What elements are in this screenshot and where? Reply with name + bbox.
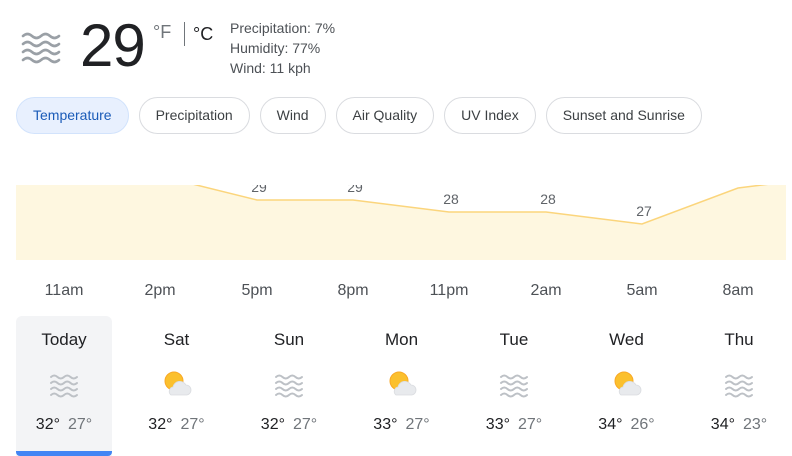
low-temperature: 26° (630, 416, 655, 433)
temperature-area (16, 185, 786, 260)
day-forecast-sun[interactable]: Sun 32° 27° (241, 316, 337, 456)
unit-fahrenheit-toggle[interactable]: °F (153, 22, 171, 43)
tab-wind[interactable]: Wind (259, 97, 326, 134)
high-temperature: 34° (710, 416, 735, 433)
temperature-chart: 3231292928282730 (16, 185, 786, 260)
hour-label: 2am (530, 282, 562, 299)
hour-label: 11pm (429, 282, 469, 299)
day-forecast-thu[interactable]: Thu 34° 23° (691, 316, 787, 456)
day-temperatures: 33° 27° (466, 416, 562, 434)
wind-text: Wind: 11 kph (230, 60, 311, 76)
temperature-label: 29 (251, 185, 267, 195)
precipitation-text: Precipitation: 7% (230, 20, 336, 36)
day-forecast-today[interactable]: Today 32° 27° (16, 316, 112, 456)
day-name: Thu (724, 330, 754, 349)
day-name: Mon (384, 330, 419, 349)
partly-cloudy-icon (611, 368, 643, 400)
high-temperature: 32° (260, 416, 285, 433)
day-forecast-mon[interactable]: Mon 33° 27° (354, 316, 450, 456)
tab-temperature[interactable]: Temperature (16, 97, 129, 134)
hour-axis: 11am 2pm 5pm 8pm 11pm 2am 5am 8am (0, 282, 792, 304)
temperature-label: 28 (443, 191, 459, 207)
unit-separator (184, 22, 185, 46)
day-temperatures: 33° 27° (354, 416, 450, 434)
day-name: Wed (609, 330, 644, 349)
day-name: Today (41, 330, 87, 349)
metric-tabs: Temperature Precipitation Wind Air Quali… (16, 97, 702, 134)
haze-icon (723, 368, 755, 400)
high-temperature: 32° (35, 416, 60, 433)
temperature-label: 27 (636, 203, 652, 219)
day-temperatures: 32° 27° (241, 416, 337, 434)
day-temperatures: 34° 23° (691, 416, 787, 434)
day-name: Tue (499, 330, 529, 349)
hour-label: 2pm (144, 282, 176, 299)
hour-label: 5pm (241, 282, 273, 299)
temperature-label: 28 (540, 191, 556, 207)
haze-icon (48, 368, 80, 400)
low-temperature: 27° (293, 416, 318, 433)
partly-cloudy-icon (386, 368, 418, 400)
hour-label: 8pm (337, 282, 369, 299)
hour-label: 11am (44, 282, 84, 299)
daily-forecast: Today 32° 27° Sat 32° 27° Sun 32° 27° Mon 33° 27° Tu… (16, 316, 786, 456)
high-temperature: 34° (598, 416, 623, 433)
day-name: Sat (163, 330, 190, 349)
low-temperature: 27° (518, 416, 543, 433)
hour-label: 8am (722, 282, 754, 299)
tab-sunset-sunrise[interactable]: Sunset and Sunrise (545, 97, 702, 134)
day-forecast-wed[interactable]: Wed 34° 26° (579, 316, 675, 456)
low-temperature: 27° (68, 416, 93, 433)
selected-day-indicator (16, 451, 112, 456)
current-temperature: 29 (80, 12, 146, 79)
day-temperatures: 34° 26° (579, 416, 675, 434)
temperature-label: 29 (347, 185, 363, 195)
haze-icon (273, 368, 305, 400)
day-forecast-sat[interactable]: Sat 32° 27° (129, 316, 225, 456)
day-forecast-tue[interactable]: Tue 33° 27° (466, 316, 562, 456)
day-temperatures: 32° 27° (129, 416, 225, 434)
tab-uv-index[interactable]: UV Index (444, 97, 536, 134)
weather-details: Precipitation: 7% Humidity: 77% Wind: 11… (230, 18, 335, 78)
partly-cloudy-icon (161, 368, 193, 400)
day-temperatures: 32° 27° (16, 416, 112, 434)
hour-label: 5am (626, 282, 658, 299)
haze-icon (21, 32, 61, 64)
high-temperature: 33° (485, 416, 510, 433)
day-name: Sun (273, 330, 305, 349)
unit-celsius-toggle[interactable]: °C (193, 24, 213, 45)
tab-air-quality[interactable]: Air Quality (335, 97, 435, 134)
high-temperature: 33° (373, 416, 398, 433)
low-temperature: 27° (180, 416, 205, 433)
tab-precipitation[interactable]: Precipitation (138, 97, 250, 134)
humidity-text: Humidity: 77% (230, 40, 321, 56)
low-temperature: 27° (405, 416, 430, 433)
low-temperature: 23° (743, 416, 768, 433)
haze-icon (498, 368, 530, 400)
high-temperature: 32° (148, 416, 173, 433)
current-weather: 29 °F °C Precipitation: 7% Humidity: 77%… (0, 0, 792, 90)
